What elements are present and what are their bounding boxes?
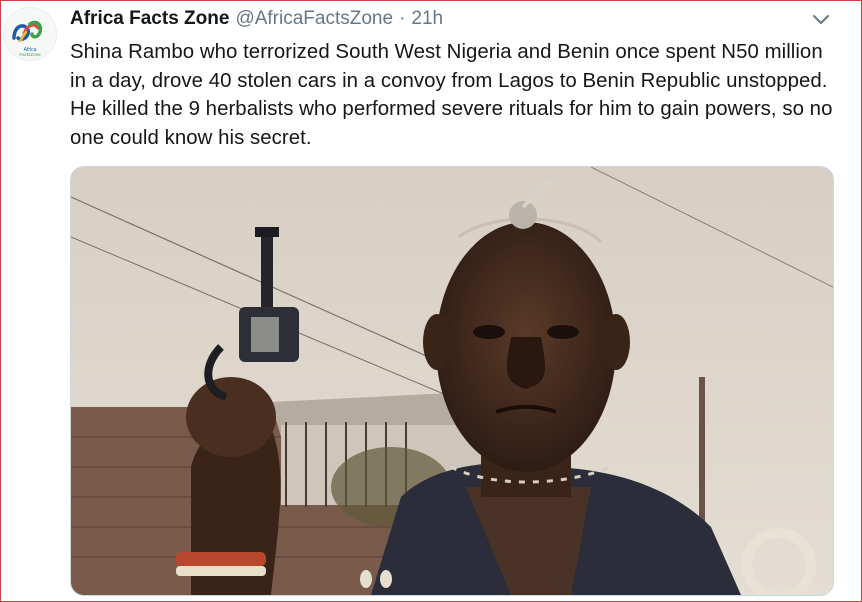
more-options-button[interactable] bbox=[809, 10, 833, 30]
tweet-photo[interactable] bbox=[70, 166, 834, 596]
user-handle[interactable]: @AfricaFactsZone bbox=[235, 7, 393, 31]
separator-dot: · bbox=[399, 8, 406, 29]
tweet-header: Africa Facts Zone @AfricaFactsZone · 21h bbox=[70, 7, 443, 31]
display-name[interactable]: Africa Facts Zone bbox=[70, 7, 229, 31]
timestamp[interactable]: 21h bbox=[411, 7, 443, 31]
africa-facts-zone-logo-icon: Africa FactsZone bbox=[4, 8, 56, 60]
svg-text:FactsZone: FactsZone bbox=[19, 52, 41, 57]
chevron-down-icon bbox=[813, 15, 829, 24]
photo-image bbox=[71, 167, 833, 595]
tweet-card[interactable]: Africa FactsZone Africa Facts Zone @Afri… bbox=[0, 0, 862, 602]
tweet-text: Shina Rambo who terrorized South West Ni… bbox=[70, 41, 833, 149]
avatar[interactable]: Africa FactsZone bbox=[3, 7, 57, 61]
